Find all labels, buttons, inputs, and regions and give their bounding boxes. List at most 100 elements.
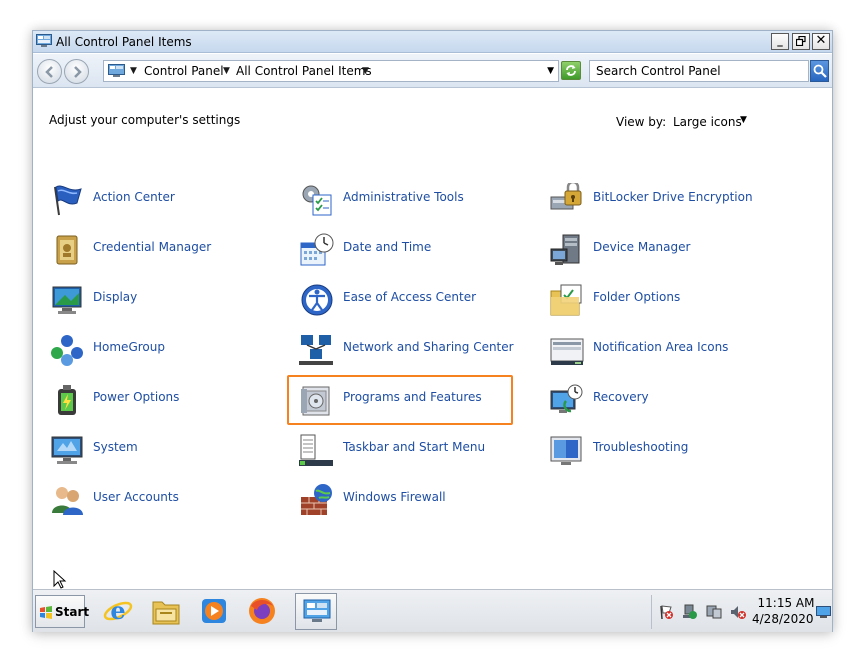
maximize-button[interactable] [792,33,810,50]
homegroup-icon [51,335,83,366]
recovery-icon [550,384,583,413]
clock-date[interactable]: 4/28/2020 [752,612,814,626]
title-bar[interactable]: All Control Panel Items _ ✕ [33,31,832,53]
taskbar-windows-explorer[interactable] [145,593,187,630]
taskbar-firefox[interactable] [241,593,283,630]
item-display[interactable]: Display [49,279,249,319]
item-bitlocker[interactable]: BitLocker Drive Encryption [549,179,769,219]
item-network-sharing-center[interactable]: Network and Sharing Center [299,329,514,369]
mouse-cursor-icon [53,570,67,589]
back-button[interactable] [37,59,62,84]
item-label: Action Center [93,190,175,204]
system-icon [51,436,83,464]
item-administrative-tools[interactable]: Administrative Tools [299,179,499,219]
control-panel-window-icon [36,34,52,47]
item-label: Folder Options [593,290,681,304]
item-label: Notification Area Icons [593,340,729,354]
item-label: Power Options [93,390,180,404]
item-label: Windows Firewall [343,490,446,504]
item-system[interactable]: System [49,429,249,469]
item-ease-of-access[interactable]: Ease of Access Center [299,279,499,319]
item-action-center[interactable]: Action Center [49,179,249,219]
minimize-button[interactable]: _ [771,33,789,50]
windows-explorer-icon [152,601,180,625]
item-label: System [93,440,138,454]
item-label: Troubleshooting [593,440,689,454]
item-notification-area-icons[interactable]: Notification Area Icons [549,329,749,369]
search-button[interactable] [810,60,829,82]
network-tray-icon[interactable] [682,604,698,620]
item-label: Credential Manager [93,240,212,254]
item-label: User Accounts [93,490,179,504]
folder-options-icon [550,284,582,316]
bitlocker-icon [550,183,582,210]
window-title: All Control Panel Items [56,35,192,49]
item-date-and-time[interactable]: Date and Time [299,229,499,269]
start-label: Start [55,605,90,619]
display-tray-icon[interactable] [706,604,722,620]
item-label: Date and Time [343,240,432,254]
address-bar: ▼ Control Panel ▼ All Control Panel Item… [33,54,832,88]
item-device-manager[interactable]: Device Manager [549,229,749,269]
internet-explorer-icon: e [103,596,133,625]
user-accounts-icon [52,487,83,515]
item-windows-firewall[interactable]: Windows Firewall [299,479,499,519]
item-homegroup[interactable]: HomeGroup [49,329,249,369]
breadcrumb-control-panel[interactable]: Control Panel [144,64,224,78]
refresh-button[interactable] [561,61,581,80]
item-power-options[interactable]: Power Options [49,379,249,419]
item-label: Recovery [593,390,649,404]
search-input[interactable]: Search Control Panel [589,60,809,82]
item-programs-and-features[interactable]: Programs and Features [299,379,499,419]
credential-manager-icon [56,235,78,265]
item-label: Display [93,290,138,304]
breadcrumb-all-items[interactable]: All Control Panel Items [236,64,372,78]
item-label: Programs and Features [343,390,482,404]
page-heading: Adjust your computer's settings [49,113,241,127]
item-user-accounts[interactable]: User Accounts [49,479,249,519]
administrative-tools-icon [302,185,332,216]
control-panel-window: All Control Panel Items _ ✕ ▼ Control Pa… [32,30,833,632]
troubleshooting-icon [550,436,582,465]
item-label: Administrative Tools [343,190,464,204]
svg-text:e: e [110,596,125,625]
programs-features-icon [301,386,330,416]
item-taskbar-start-menu[interactable]: Taskbar and Start Menu [299,429,499,469]
forward-arrow-icon [74,66,82,78]
item-label: Taskbar and Start Menu [343,440,486,454]
clock-time[interactable]: 11:15 AM [756,596,816,610]
restore-icon [795,35,806,47]
close-button[interactable]: ✕ [812,33,830,50]
view-by-dropdown-arrow-icon[interactable]: ▼ [740,115,747,125]
item-label: HomeGroup [93,340,165,354]
item-recovery[interactable]: Recovery [549,379,749,419]
breadcrumb-separator-icon[interactable]: ▼ [223,61,230,81]
notification-area-icon [550,338,584,365]
volume-muted-icon[interactable] [730,604,746,620]
breadcrumb-separator-icon[interactable]: ▼ [362,61,369,81]
taskbar-control-panel[interactable] [295,593,337,630]
view-by-label: View by: [616,115,667,129]
breadcrumb[interactable]: ▼ Control Panel ▼ All Control Panel Item… [103,60,559,82]
windows-logo-icon [40,606,52,619]
content-area: Adjust your computer's settings View by:… [33,89,832,589]
action-center-tray-icon[interactable] [658,604,674,620]
show-desktop-icon[interactable] [816,606,831,618]
media-player-icon [202,599,226,623]
item-troubleshooting[interactable]: Troubleshooting [549,429,749,469]
ease-of-access-icon [301,284,333,316]
item-folder-options[interactable]: Folder Options [549,279,749,319]
start-button[interactable]: Start [35,595,89,628]
taskbar-internet-explorer[interactable]: e [97,593,139,630]
item-label: Ease of Access Center [343,290,477,304]
forward-button[interactable] [64,59,89,84]
device-manager-icon [550,234,580,265]
control-panel-crumb-icon [108,64,125,77]
breadcrumb-separator-icon[interactable]: ▼ [130,61,137,81]
view-by-dropdown[interactable]: Large icons [673,115,742,129]
address-history-dropdown-icon[interactable]: ▼ [547,61,554,81]
taskbar-media-player[interactable] [193,593,235,630]
action-center-flag-icon [54,185,82,216]
back-arrow-icon [45,66,53,78]
item-credential-manager[interactable]: Credential Manager [49,229,249,269]
